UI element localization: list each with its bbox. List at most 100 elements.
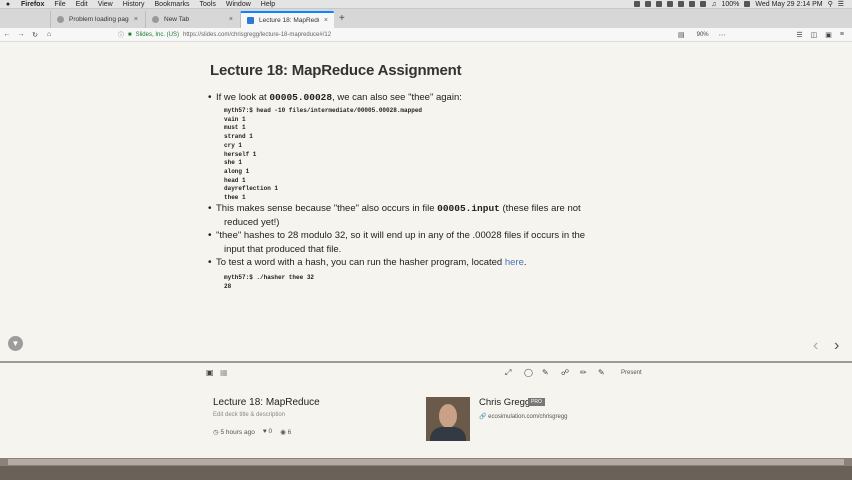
avatar-face [439,404,457,428]
page-actions-icon[interactable]: ⋯ [719,31,726,39]
menu-file[interactable]: File [49,1,70,8]
info-icon[interactable]: ⓘ [118,30,124,39]
deck-toolbar: ▣ ▦ ⤢ ◯ ✎ ☍ ✏ ✎ Present [0,363,852,383]
battery-percent[interactable]: 100% [721,1,739,8]
close-icon[interactable]: × [324,17,328,24]
grid-view-icon[interactable]: ▣ [206,368,214,377]
tab-title: New Tab [164,16,190,23]
prev-slide-arrow-icon[interactable]: ‹ [813,337,818,355]
bullet-point: To test a word with a hash, you can run … [208,257,527,268]
status-icon[interactable] [689,1,696,7]
time-stat: ◷ 5 hours ago [213,428,255,436]
tab-lecture-18[interactable]: Lecture 18: MapReduce × [240,11,334,28]
avatar-shirt [430,427,466,441]
menu-window[interactable]: Window [221,1,256,8]
library-icon[interactable]: ☰ [796,31,802,39]
menu-view[interactable]: View [93,1,118,8]
bullet-continuation: input that produced that file. [224,244,342,255]
volume-icon[interactable]: ♫ [711,1,716,8]
bullet-point: This makes sense because "thee" also occ… [208,203,581,214]
bullet-text: This makes sense because "thee" also occ… [216,203,438,214]
menu-tools[interactable]: Tools [195,1,221,8]
code-block: myth57:$ head -10 files/intermediate/000… [224,107,423,202]
wifi-icon[interactable] [700,1,707,7]
macos-dock [0,458,852,480]
eye-icon: ◉ [280,429,288,436]
embed-icon[interactable]: ✏ [580,368,587,377]
sidebar-toggle-icon[interactable]: ▼ [8,336,23,351]
close-icon[interactable]: × [134,16,138,23]
bullet-text: . [523,257,527,268]
navigation-bar: ← → ↻ ⌂ ⓘ ■ Slides, Inc. (US) https://sl… [0,28,852,42]
tab-new-tab[interactable]: New Tab × [145,11,239,28]
author-website[interactable]: 🔗 ecosimulation.com/chrisgregg [479,413,568,420]
code-block: myth57:$ ./hasher thee 32 28 [224,274,315,290]
pro-badge: PRO [528,398,545,406]
filename-code: 00005.input [437,203,500,214]
reload-icon[interactable]: ↻ [28,31,42,39]
dock-app-strip[interactable] [8,459,844,465]
url-bar[interactable]: ⓘ ■ Slides, Inc. (US) https://slides.com… [118,30,678,40]
menu-firefox[interactable]: Firefox [16,1,49,8]
deck-time: 5 hours ago [220,429,255,436]
bullet-continuation: reduced yet!) [224,217,280,228]
tab-bar: Problem loading page × New Tab × Lecture… [0,9,852,28]
bullet-text: To test a word with a hash, you can run … [216,257,505,268]
status-icon[interactable] [634,1,641,7]
extension-icon[interactable]: ▣ [825,31,832,39]
reader-view-icon[interactable]: ▤ [678,31,685,39]
bullet-text: If we look at [216,92,270,103]
present-button[interactable]: Present [621,370,642,376]
apple-menu-icon[interactable]: ● [0,1,16,8]
tab-problem-loading[interactable]: Problem loading page × [50,11,144,28]
here-link[interactable]: here [505,257,524,268]
next-slide-arrow-icon[interactable]: › [834,337,839,355]
home-icon[interactable]: ⌂ [42,31,56,38]
fullscreen-icon[interactable]: ⤢ [505,368,511,378]
fullscreen-grid-icon[interactable]: ▦ [220,368,228,377]
menu-help[interactable]: Help [256,1,280,8]
hamburger-menu-icon[interactable]: ≡ [840,31,844,39]
filename-code: 00005.00028 [269,92,333,103]
author-site-text[interactable]: ecosimulation.com/chrisgregg [488,414,567,420]
edit-icon[interactable]: ✎ [542,368,549,377]
menubar-clock[interactable]: Wed May 29 2:14 PM [755,1,822,8]
pencil-icon[interactable]: ✎ [598,368,605,377]
battery-icon[interactable] [744,1,751,7]
status-icon[interactable] [678,1,685,7]
views-stat: ◉ 6 [280,428,291,436]
url-text[interactable]: https://slides.com/chrisgregg/lecture-18… [183,32,331,38]
macos-menubar: ● Firefox File Edit View History Bookmar… [0,0,852,9]
forward-arrow-icon[interactable]: → [14,31,28,38]
back-arrow-icon[interactable]: ← [0,31,14,38]
deck-stats: ◷ 5 hours ago ♥ 0 ◉ 6 [213,428,291,436]
zoom-level[interactable]: 90% [697,32,709,38]
status-area: ♫ 100% Wed May 29 2:14 PM ⚲ ☰ [634,0,852,8]
close-icon[interactable]: × [229,16,233,23]
deck-views: 6 [287,429,292,436]
sidebar-icon[interactable]: ◫ [811,31,818,39]
deck-likes: 0 [268,428,273,435]
bullet-point: If we look at 00005.00028, we can also s… [208,92,462,103]
new-tab-button[interactable]: + [335,13,351,28]
slide-viewport: Lecture 18: MapReduce Assignment If we l… [0,43,852,361]
link-icon: 🔗 [479,414,489,420]
status-icon[interactable] [645,1,652,7]
menu-edit[interactable]: Edit [71,1,93,8]
likes-stat[interactable]: ♥ 0 [263,428,272,436]
status-icon[interactable] [656,1,663,7]
menu-bookmarks[interactable]: Bookmarks [150,1,195,8]
comment-icon[interactable]: ◯ [524,368,533,377]
status-icon[interactable] [667,1,674,7]
share-icon[interactable]: ☍ [561,368,569,377]
menu-list-icon[interactable]: ☰ [838,0,844,8]
site-identity[interactable]: Slides, Inc. (US) [136,32,179,38]
author-name[interactable]: Chris Gregg [479,397,530,408]
search-icon[interactable]: ⚲ [828,0,833,8]
firefox-icon [152,16,159,23]
menu-history[interactable]: History [118,1,150,8]
avatar[interactable] [426,397,470,441]
lock-icon[interactable]: ■ [128,32,132,38]
slide-title: Lecture 18: MapReduce Assignment [210,62,462,79]
edit-deck-link[interactable]: Edit deck title & description [213,412,285,418]
